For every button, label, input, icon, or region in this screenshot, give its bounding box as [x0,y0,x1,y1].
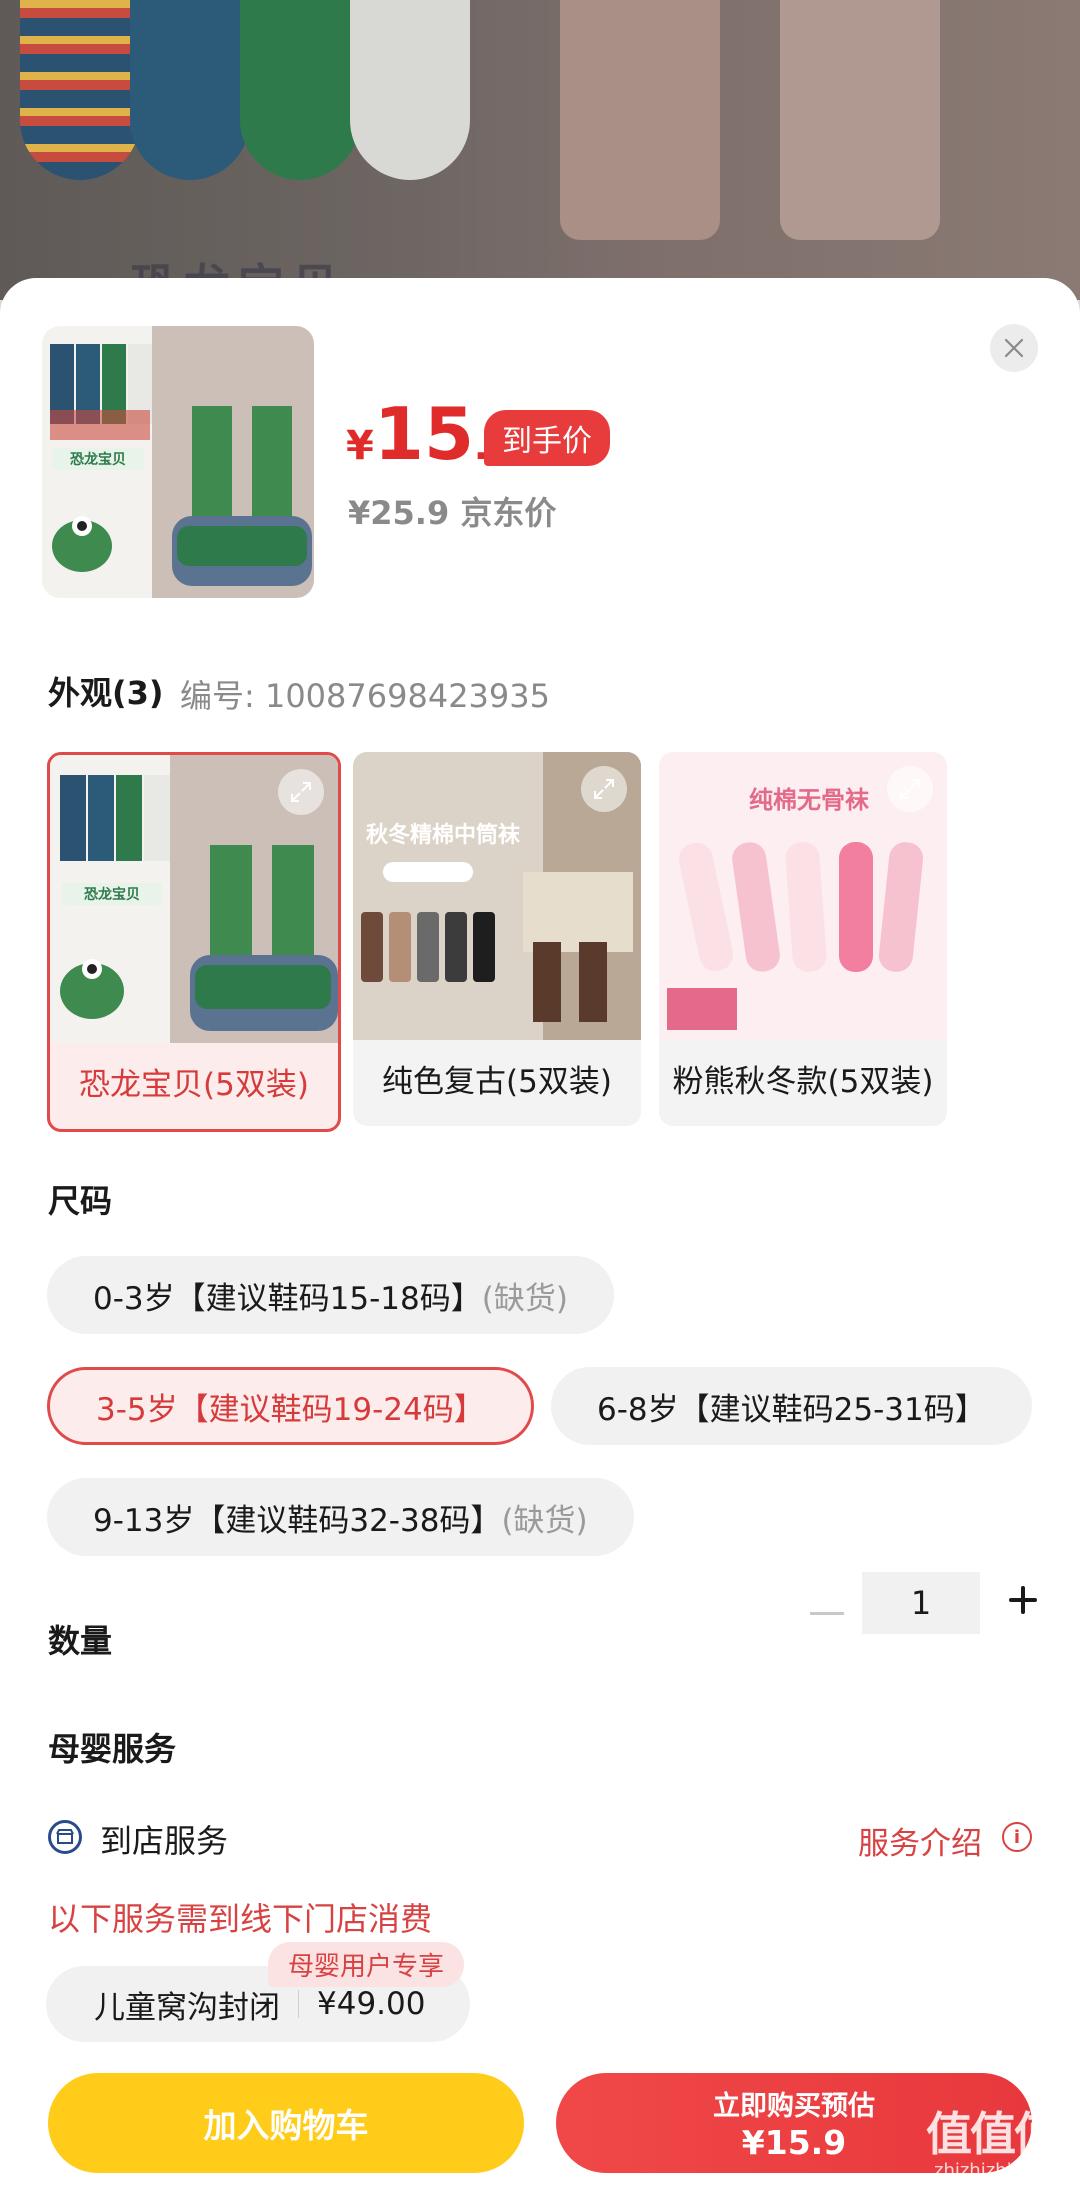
sock-image [240,0,360,180]
size-option-label: 3-5岁【建议鞋码19-24码】 [96,1391,485,1428]
out-of-stock-label: (缺货) [501,1502,588,1539]
quantity-decrease-button[interactable] [810,1612,844,1615]
expand-icon[interactable] [887,766,933,812]
leg-image [780,0,940,240]
size-option-label: 9-13岁【建议鞋码32-38码】 [93,1502,502,1539]
out-of-stock-label: (缺货) [481,1280,568,1317]
variant-label: 粉熊秋冬款(5双装) [672,1064,934,1101]
size-option-label: 6-8岁【建议鞋码25-31码】 [597,1391,986,1428]
jd-price: ¥25.9 京东价 [348,494,557,532]
variant-option[interactable]: 秋冬精棉中筒袜 纯色复古(5双装) [353,752,641,1126]
close-icon [1004,338,1024,358]
size-option[interactable]: 0-3岁【建议鞋码15-18码】 (缺货) [47,1256,614,1334]
service-price: ¥49.00 [317,1986,426,2022]
quantity-title: 数量 [48,1622,113,1660]
size-option[interactable]: 9-13岁【建议鞋码32-38码】 (缺货) [47,1478,634,1556]
variant-image-caption: 秋冬精棉中筒袜 [366,822,520,848]
size-title: 尺码 [48,1182,113,1220]
buy-now-price: ¥15.9 [741,2123,847,2162]
variant-image-caption: 纯棉无骨袜 [749,786,869,814]
product-thumbnail: 恐龙宝贝 [42,326,314,598]
size-option-label: 0-3岁【建议鞋码15-18码】 [93,1280,482,1317]
info-icon[interactable]: i [1002,1822,1032,1852]
variant-image-caption: 恐龙宝贝 [84,886,140,903]
price-tag-badge: 到手价 [484,410,610,466]
variant-label: 恐龙宝贝(5双装) [79,1067,309,1104]
background-product-photo: 恐龙宝贝 [0,0,1080,300]
quantity-input[interactable]: 1 [862,1572,980,1634]
size-option[interactable]: 3-5岁【建议鞋码19-24码】 [47,1367,534,1445]
buy-now-label: 立即购买预估 [713,2091,875,2122]
add-to-cart-button[interactable]: 加入购物车 [48,2073,524,2173]
sock-image [130,0,250,180]
service-intro-link[interactable]: 服务介绍 [858,1818,982,1863]
divider [298,1990,299,2018]
thumbnail-caption: 恐龙宝贝 [70,451,126,468]
sock-image [350,0,470,180]
plus-icon [1009,1586,1037,1614]
store-icon [48,1820,82,1854]
appearance-title: 外观(3) [48,674,164,712]
quantity-increase-button[interactable] [1003,1580,1043,1620]
sku-number: 编号: 10087698423935 [180,677,550,715]
watermark-url: zhizhizhi.com [934,2160,1056,2181]
expand-icon[interactable] [278,769,324,815]
sku-selection-sheet: 恐龙宝贝 ¥ 15 .9 到手价 ¥25.9 京东价 外观(3) 编号: 100… [0,278,1080,2189]
leg-image [560,0,720,240]
sock-image [20,0,140,180]
service-name: 儿童窝沟封闭 [94,1989,280,2026]
store-service-label: 到店服务 [100,1822,229,1860]
services-title: 母婴服务 [48,1730,177,1768]
member-exclusive-badge: 母婴用户专享 [268,1942,465,1987]
size-option[interactable]: 6-8岁【建议鞋码25-31码】 [551,1367,1032,1445]
price-currency: ¥ [346,423,374,469]
price-integer: 15 [373,392,475,476]
watermark-logo: 值值值 [926,2107,1060,2161]
offline-service-note: 以下服务需到线下门店消费 [48,1900,433,1938]
variant-label: 纯色复古(5双装) [382,1064,612,1101]
close-button[interactable] [990,324,1038,372]
variant-option[interactable]: 纯棉无骨袜 粉熊秋冬款(5双装) [659,752,947,1126]
expand-icon[interactable] [581,766,627,812]
variant-option[interactable]: 恐龙宝贝 恐龙宝贝(5双装) [47,752,341,1132]
